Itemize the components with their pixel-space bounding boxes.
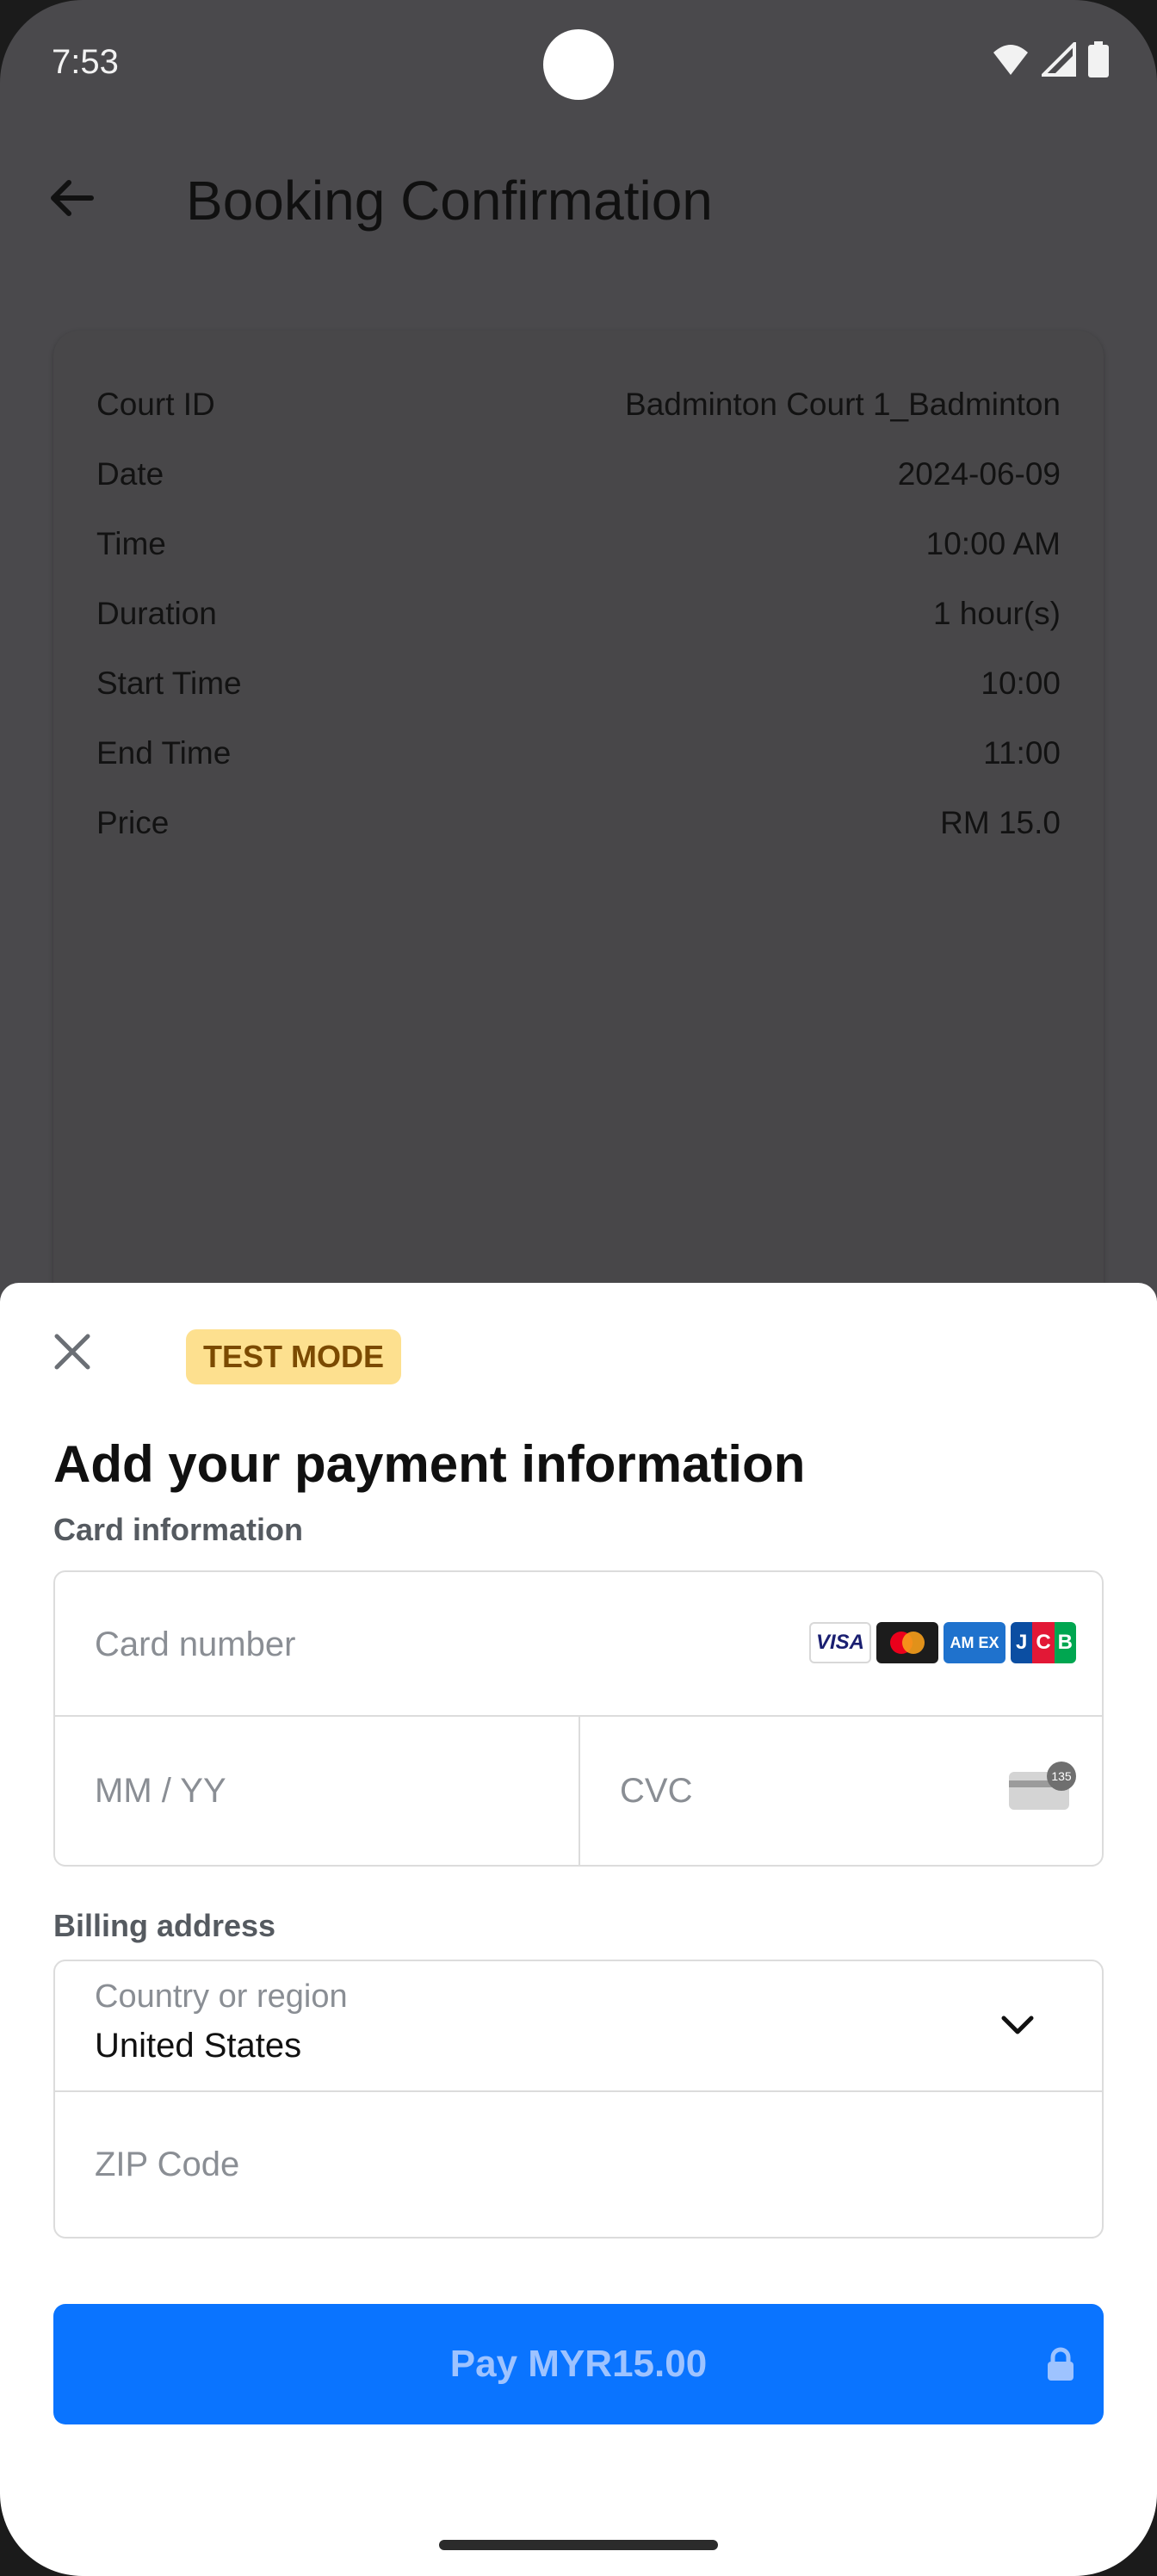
detail-row-end-time: End Time 11:00 (96, 729, 1061, 777)
detail-value: 1 hour(s) (932, 596, 1061, 631)
arrow-back-icon (51, 180, 94, 216)
card-number-placeholder: Card number (95, 1625, 296, 1663)
pay-button[interactable]: Pay MYR15.00 (53, 2304, 1104, 2424)
country-value: United States (95, 2027, 302, 2065)
detail-label: Duration (96, 596, 217, 631)
detail-value: 10:00 (981, 666, 1061, 701)
card-info-label: Card information (53, 1512, 304, 1547)
chevron-down-icon (1001, 2016, 1034, 2034)
card-number-field[interactable]: Card number VISA AM EX J C B (55, 1572, 1102, 1717)
detail-row-duration: Duration 1 hour(s) (96, 590, 1061, 638)
page-title: Booking Confirmation (186, 170, 713, 232)
detail-label: End Time (96, 735, 232, 771)
detail-row-time: Time 10:00 AM (96, 520, 1061, 568)
detail-value: 10:00 AM (925, 526, 1061, 561)
detail-value: Badminton Court 1_Badminton (625, 387, 1061, 422)
home-indicator (439, 2540, 718, 2550)
detail-row-date: Date 2024-06-09 (96, 450, 1061, 498)
visa-logo: VISA (809, 1622, 871, 1663)
detail-label: Price (96, 805, 170, 840)
expiry-field[interactable]: MM / YY (55, 1717, 578, 1865)
back-button[interactable] (45, 170, 100, 226)
billing-address-label: Billing address (53, 1908, 276, 1943)
jcb-logo: J C B (1011, 1622, 1076, 1663)
detail-label: Court ID (96, 387, 215, 422)
detail-value: 2024-06-09 (897, 456, 1061, 492)
pay-button-label: Pay MYR15.00 (449, 2343, 708, 2385)
detail-label: Time (96, 526, 166, 561)
amex-logo: AM EX (944, 1622, 1005, 1663)
detail-row-court-id: Court ID Badminton Court 1_Badminton (96, 381, 1061, 429)
sheet-title: Add your payment information (53, 1435, 806, 1493)
status-time: 7:53 (52, 43, 119, 81)
card-info-box: Card number VISA AM EX J C B MM / YY CVC… (53, 1570, 1104, 1867)
detail-value: 11:00 (983, 735, 1061, 771)
close-button[interactable] (53, 1333, 91, 1371)
cvc-badge: 135 (1047, 1762, 1076, 1791)
zip-placeholder: ZIP Code (95, 2146, 240, 2183)
payment-sheet: TEST MODE Add your payment information C… (0, 1283, 1157, 2576)
signal-icon (1042, 42, 1076, 77)
status-icons (992, 41, 1109, 77)
wifi-icon (993, 45, 1028, 75)
battery-icon (1088, 41, 1109, 77)
mastercard-logo (876, 1622, 938, 1663)
card-brands: VISA AM EX J C B (809, 1622, 1076, 1663)
close-icon (54, 1334, 90, 1370)
cvc-card-icon: 135 (1009, 1762, 1076, 1810)
cvc-field[interactable]: CVC 135 (580, 1717, 1102, 1865)
test-mode-badge: TEST MODE (186, 1329, 402, 1384)
zip-code-field[interactable]: ZIP Code (55, 2092, 1102, 2237)
expiry-placeholder: MM / YY (95, 1772, 226, 1810)
phone-screen: 7:53 Booking Confirmation Court ID Badmi… (0, 0, 1157, 2576)
billing-address-box: Country or region United States ZIP Code (53, 1960, 1104, 2239)
country-select[interactable]: Country or region United States (55, 1961, 1102, 2090)
detail-row-start-time: Start Time 10:00 (96, 659, 1061, 708)
camera-cutout (543, 29, 614, 100)
detail-label: Start Time (96, 666, 242, 701)
lock-icon (1048, 2347, 1073, 2381)
detail-value: RM 15.0 (940, 805, 1061, 840)
booking-details-card: Court ID Badminton Court 1_Badminton Dat… (53, 331, 1104, 1381)
detail-row-price: Price RM 15.0 (96, 799, 1061, 847)
country-label: Country or region (95, 1978, 348, 2015)
cvc-placeholder: CVC (620, 1772, 693, 1810)
detail-label: Date (96, 456, 164, 492)
